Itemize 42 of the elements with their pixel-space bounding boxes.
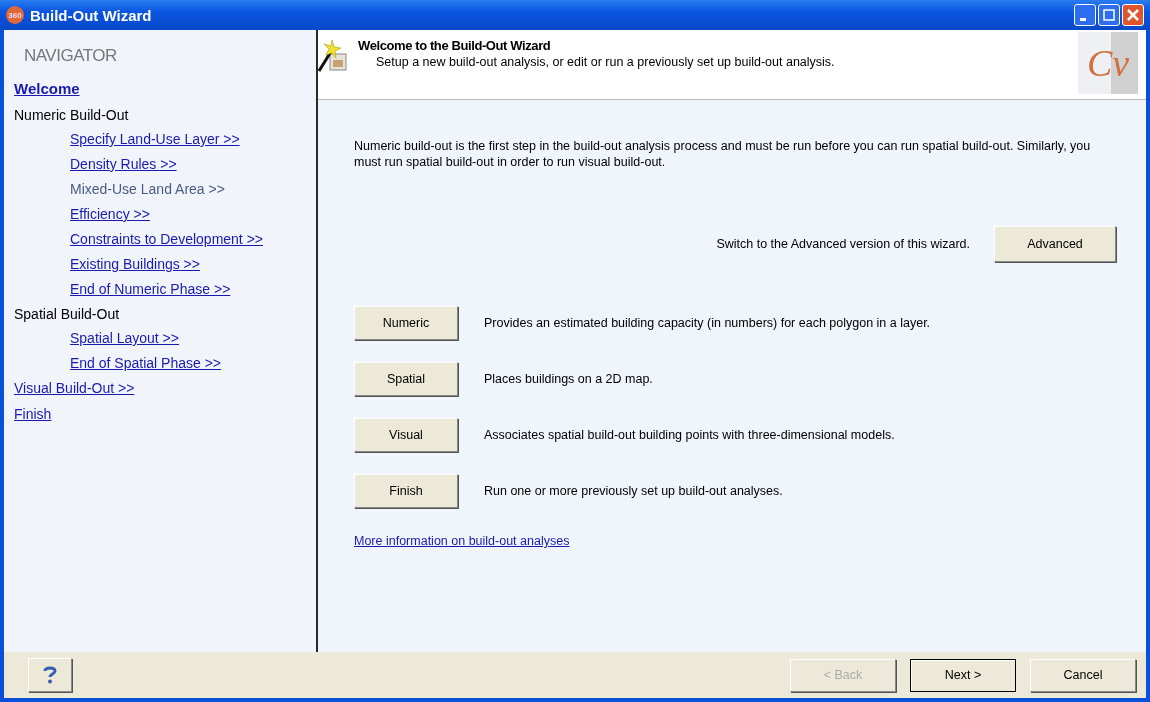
intro-paragraph: Numeric build-out is the first step in the build-out analysis process and must be run before you can run spatial build-out. Similarly, you must run spatial build-out in order to run visual build-out. bbox=[354, 138, 1092, 170]
navigator-link[interactable]: Constraints to Development >> bbox=[70, 231, 263, 247]
navigator-heading: Numeric Build-Out bbox=[14, 107, 129, 123]
navigator-link[interactable]: Specify Land-Use Layer >> bbox=[70, 131, 240, 147]
more-info-link[interactable]: More information on build-out analyses bbox=[354, 534, 570, 548]
wand-icon bbox=[318, 38, 348, 72]
option-description: Run one or more previously set up build-out analyses. bbox=[484, 484, 783, 498]
navigator-link[interactable]: Welcome bbox=[14, 80, 80, 97]
app-badge: 360 bbox=[6, 6, 24, 24]
navigator-link[interactable]: Density Rules >> bbox=[70, 156, 177, 172]
navigator-title: NAVIGATOR bbox=[24, 46, 117, 66]
option-description: Provides an estimated building capacity (in numbers) for each polygon in a layer. bbox=[484, 316, 931, 330]
navigator-link[interactable]: Existing Buildings >> bbox=[70, 256, 200, 272]
header-title: Welcome to the Build-Out Wizard bbox=[358, 38, 552, 53]
navigator-heading: Spatial Build-Out bbox=[14, 306, 120, 322]
header-subtitle: Setup a new build-out analysis, or edit or run a previously set up build-out analysis. bbox=[376, 55, 836, 69]
help-icon bbox=[43, 666, 57, 684]
maximize-icon bbox=[1103, 9, 1115, 21]
minimize-button[interactable] bbox=[1074, 4, 1096, 26]
navigator-link[interactable]: End of Numeric Phase >> bbox=[70, 281, 231, 297]
navigator-link[interactable]: Visual Build-Out >> bbox=[14, 380, 135, 396]
option-description: Places buildings on a 2D map. bbox=[484, 372, 653, 386]
help-button[interactable] bbox=[28, 658, 72, 692]
window-title: Build-Out Wizard bbox=[30, 6, 153, 24]
advanced-hint: Switch to the Advanced version of this wizard. bbox=[716, 237, 970, 251]
minimize-icon bbox=[1080, 17, 1086, 21]
option-button[interactable]: Numeric bbox=[354, 306, 458, 340]
maximize-button[interactable] bbox=[1098, 4, 1120, 26]
option-button[interactable]: Finish bbox=[354, 474, 458, 508]
advanced-button[interactable]: Advanced bbox=[994, 226, 1116, 262]
logo: Cv bbox=[1078, 32, 1138, 94]
footer-button[interactable]: Next > bbox=[910, 658, 1016, 692]
close-icon bbox=[1126, 8, 1140, 22]
option-description: Associates spatial build-out building points with three-dimensional models. bbox=[484, 428, 895, 442]
close-button[interactable] bbox=[1122, 4, 1144, 26]
navigator-link[interactable]: Spatial Layout >> bbox=[70, 330, 179, 346]
navigator-link[interactable]: Finish bbox=[14, 406, 52, 422]
navigator-link[interactable]: Efficiency >> bbox=[70, 206, 150, 222]
footer-button[interactable]: Cancel bbox=[1030, 658, 1136, 692]
navigator-link[interactable]: End of Spatial Phase >> bbox=[70, 355, 221, 371]
option-button[interactable]: Visual bbox=[354, 418, 458, 452]
option-button[interactable]: Spatial bbox=[354, 362, 458, 396]
